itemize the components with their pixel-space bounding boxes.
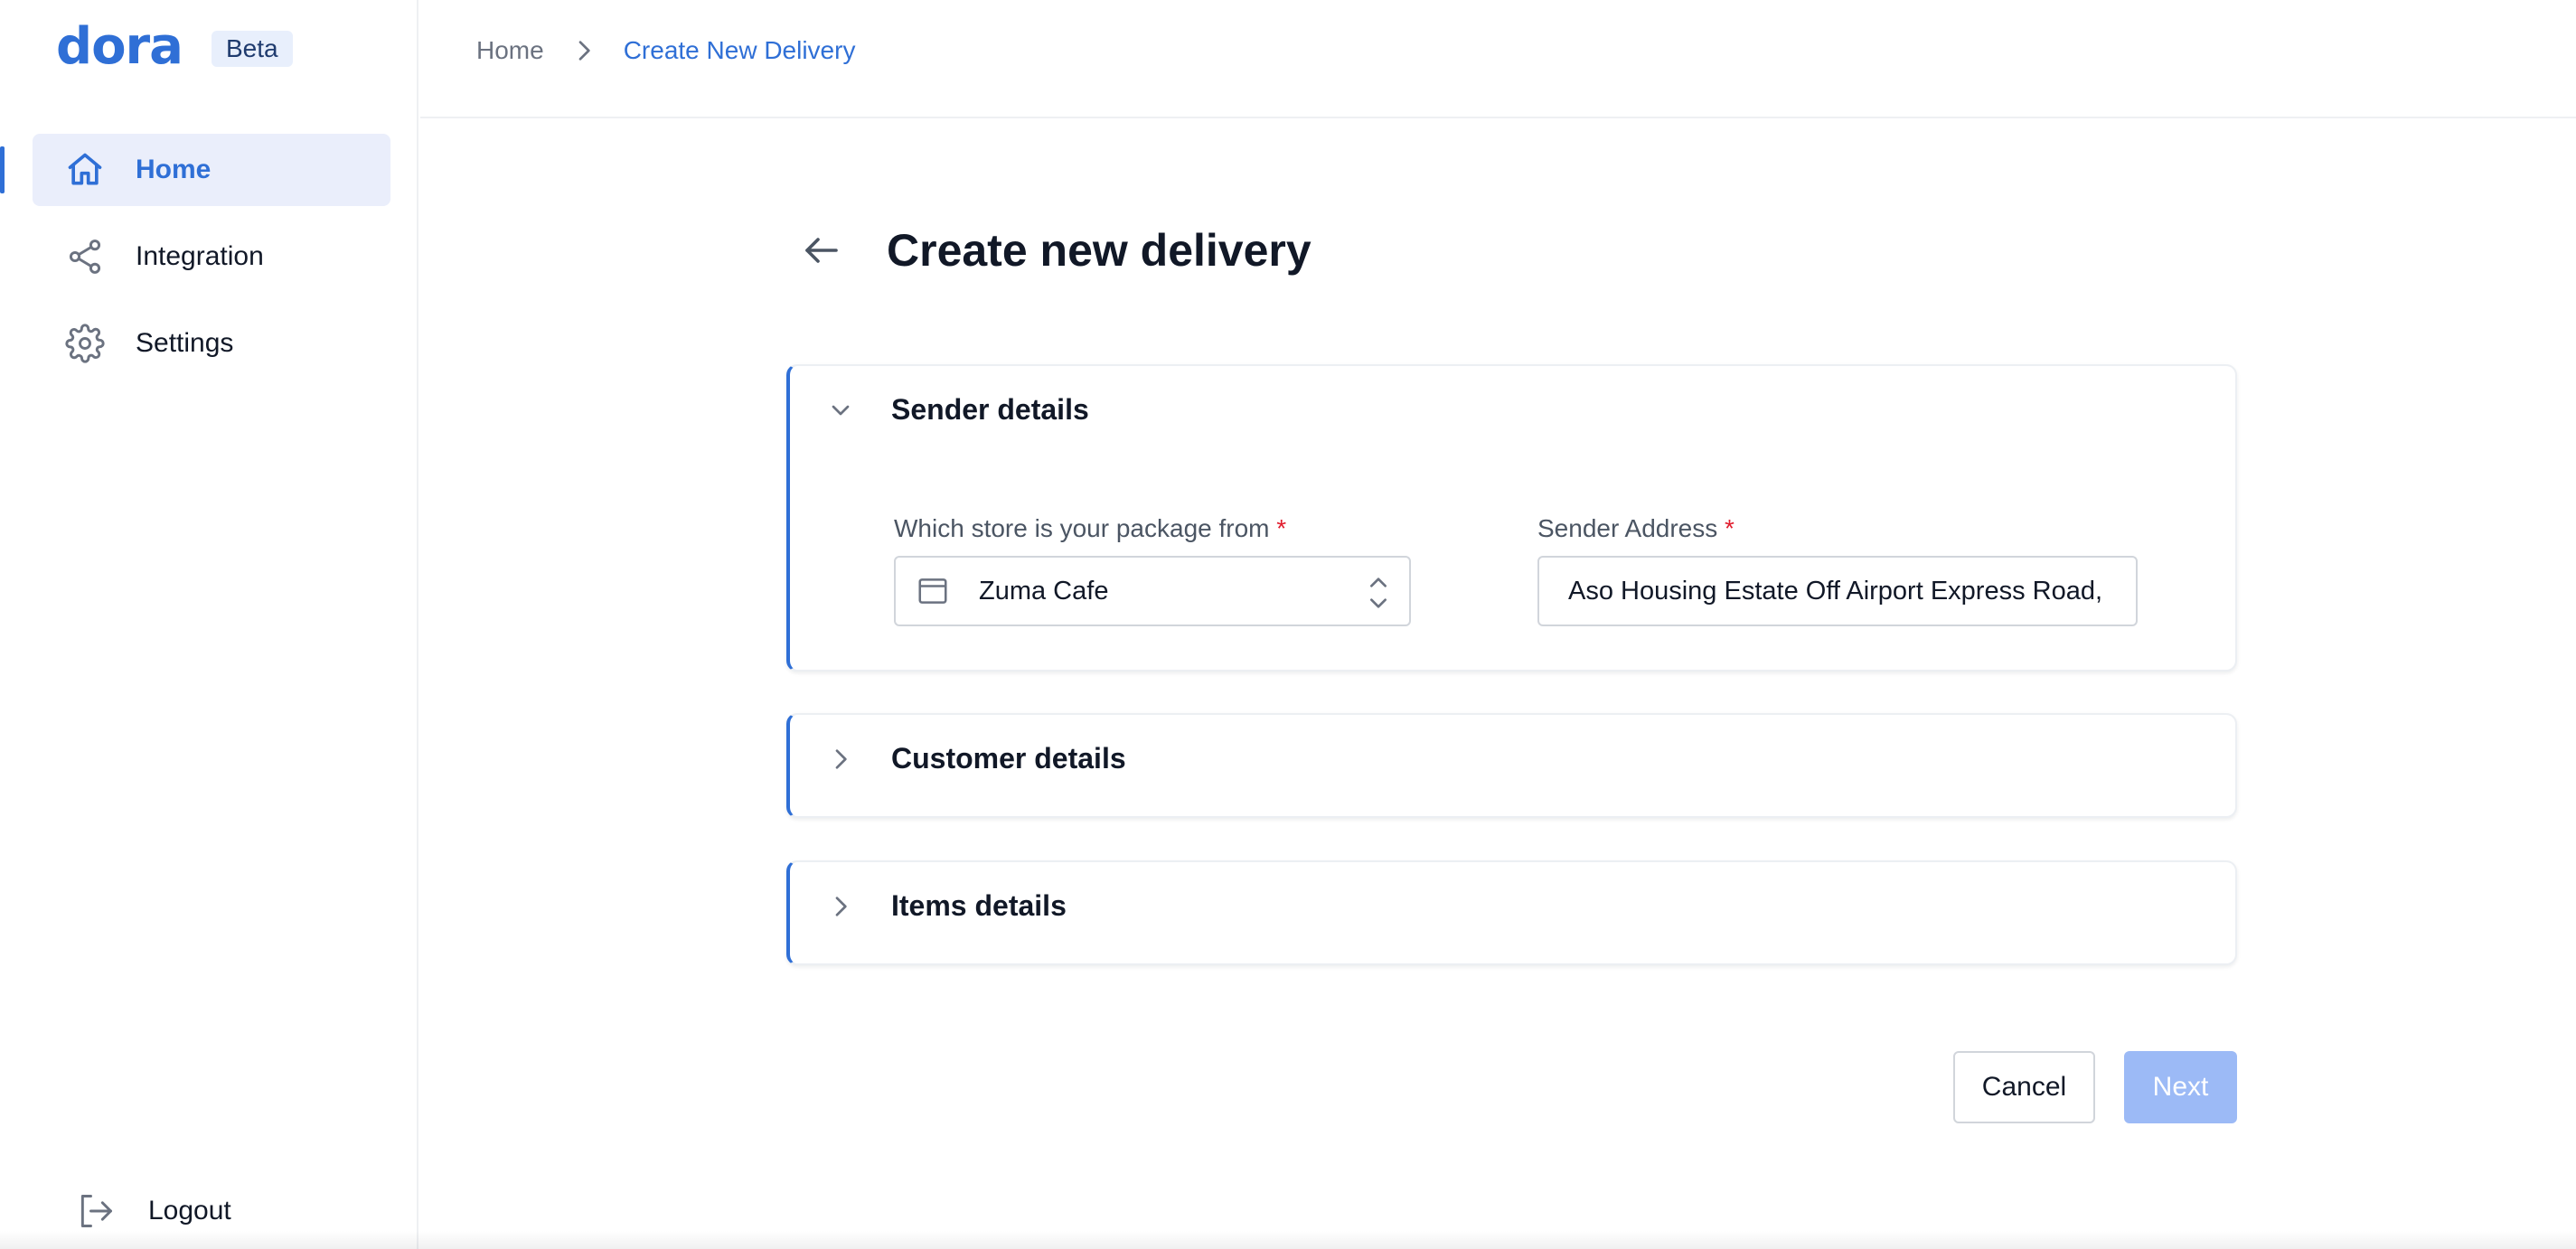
sidebar-item-integration[interactable]: Integration <box>33 221 390 293</box>
window-icon <box>916 574 950 608</box>
back-arrow-icon[interactable] <box>800 229 843 272</box>
store-select-value: Zuma Cafe <box>979 576 1109 606</box>
sidebar-item-label: Integration <box>136 241 264 271</box>
sidebar-item-home[interactable]: Home <box>0 134 390 206</box>
items-details-panel: Items details <box>786 860 2237 965</box>
share-icon <box>65 237 105 277</box>
sender-details-header[interactable]: Sender details <box>826 393 1089 427</box>
breadcrumb: Home Create New Delivery <box>476 36 855 65</box>
sidebar-item-settings[interactable]: Settings <box>33 307 390 380</box>
gear-icon <box>65 324 105 363</box>
items-details-header[interactable]: Items details <box>826 889 1067 923</box>
required-mark: * <box>1276 514 1287 542</box>
logout-label: Logout <box>148 1196 231 1226</box>
breadcrumb-home[interactable]: Home <box>476 36 544 65</box>
chevron-right-icon <box>826 892 855 921</box>
page-title: Create new delivery <box>887 225 1312 276</box>
select-updown-icon <box>1368 574 1389 612</box>
sidebar: dora Beta Home Integration Settings Logo… <box>0 0 418 1249</box>
store-field-label: Which store is your package from * <box>894 514 1286 543</box>
sender-address-input[interactable] <box>1537 556 2138 626</box>
active-indicator <box>0 146 5 193</box>
logout-button[interactable]: Logout <box>76 1191 231 1231</box>
sidebar-item-label: Settings <box>136 328 234 358</box>
page-header: Create new delivery <box>800 224 1312 277</box>
breadcrumb-current[interactable]: Create New Delivery <box>624 36 856 65</box>
chevron-right-icon <box>569 36 598 65</box>
topbar: Home Create New Delivery <box>420 0 2576 118</box>
address-field-label: Sender Address * <box>1537 514 1735 543</box>
logout-icon <box>76 1191 116 1231</box>
sidebar-nav: Home Integration Settings <box>0 134 390 394</box>
customer-details-panel: Customer details <box>786 713 2237 818</box>
chevron-down-icon <box>826 396 855 425</box>
store-label-text: Which store is your package from <box>894 514 1270 542</box>
app-root: dora Beta Home Integration Settings Logo… <box>0 0 2576 1249</box>
brand: dora Beta <box>56 22 293 72</box>
customer-details-title: Customer details <box>891 742 1126 775</box>
store-select[interactable]: Zuma Cafe <box>894 556 1411 626</box>
home-icon <box>65 150 105 190</box>
customer-details-header[interactable]: Customer details <box>826 742 1126 775</box>
sidebar-item-label: Home <box>136 155 212 184</box>
sender-details-panel: Sender details Which store is your packa… <box>786 364 2237 671</box>
bottom-shadow <box>0 1231 2576 1249</box>
address-label-text: Sender Address <box>1537 514 1718 542</box>
logo[interactable]: dora <box>56 22 183 72</box>
cancel-button[interactable]: Cancel <box>1953 1051 2095 1123</box>
chevron-right-icon <box>826 745 855 774</box>
next-button[interactable]: Next <box>2124 1051 2237 1123</box>
beta-badge: Beta <box>212 31 293 67</box>
items-details-title: Items details <box>891 889 1067 922</box>
required-mark: * <box>1725 514 1735 542</box>
sender-details-title: Sender details <box>891 393 1089 426</box>
